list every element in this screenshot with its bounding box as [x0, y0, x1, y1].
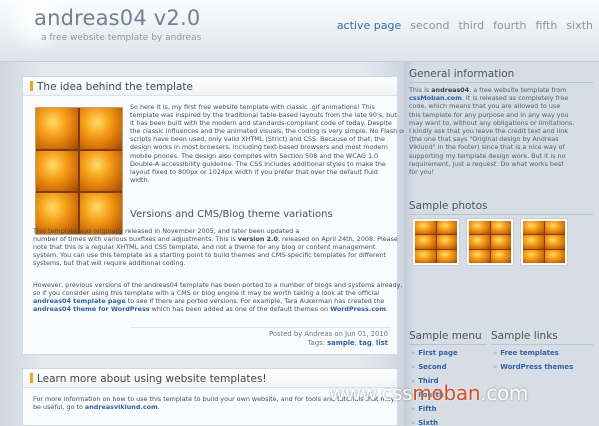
- text-line: for you!: [409, 168, 435, 177]
- text-line: mobile phones. The design also complies …: [130, 151, 379, 160]
- sample-links-title: Sample links: [491, 330, 558, 342]
- sample-links: Free templates WordPress themes: [493, 346, 573, 374]
- link-wordpress-themes[interactable]: WordPress themes: [493, 360, 573, 374]
- wordpress-theme-link[interactable]: andreas04 theme for WordPress: [33, 305, 150, 313]
- text-line: layout fixed to 800px or 1024px width if…: [130, 167, 378, 176]
- site-subtitle: a free website template by andreas: [41, 33, 202, 43]
- text-line: requirement, just a request. Do what wor…: [409, 159, 564, 168]
- posted-by: Posted by Andreas on Jun 01, 2010: [268, 330, 388, 338]
- divider: [409, 214, 593, 215]
- text-line: cssMoban.com. It is released as complete…: [409, 94, 569, 103]
- divider: [409, 344, 487, 345]
- text-line: systems, but that will require additiona…: [33, 259, 186, 268]
- text-line: This template was originally released in…: [33, 227, 300, 235]
- nav-fourth[interactable]: fourth: [493, 19, 526, 32]
- article-idea: The idea behind the template So here it …: [22, 76, 406, 355]
- tag-link[interactable]: sample: [327, 339, 355, 347]
- text-line: However, previous versions of the andrea…: [33, 281, 403, 289]
- text-line: width.: [130, 175, 150, 184]
- text-line: Double-A accessibility guideline. The CS…: [130, 159, 386, 168]
- menu-item-sixth[interactable]: Sixth: [411, 416, 458, 426]
- text-line: design works in most browsers, including…: [130, 143, 388, 152]
- nav-second[interactable]: second: [410, 19, 449, 32]
- andreasviklund-link[interactable]: andreasviklund.com: [85, 403, 158, 411]
- text-line: I kindly ask that you leave the credit t…: [409, 127, 569, 136]
- post-divider: [131, 327, 391, 328]
- text-line: note that this is a regular XHTML and CS…: [33, 243, 376, 252]
- template-page-link[interactable]: andreas04 template page: [33, 297, 126, 305]
- text-line: scripts have been used, only valid XHTML…: [130, 135, 385, 144]
- text-line: andreas04 template page to see if there …: [33, 297, 385, 306]
- sample-photo-thumb[interactable]: [412, 218, 460, 266]
- text-line: the classic influences and the animated …: [130, 127, 406, 136]
- divider: [491, 344, 593, 345]
- link-free-templates[interactable]: Free templates: [493, 346, 573, 360]
- top-nav: active page second third fourth fifth si…: [337, 19, 593, 32]
- text-line: may want to, without any obligations or …: [409, 118, 575, 127]
- text-line: So here it is, my first free website tem…: [130, 103, 375, 111]
- sample-photo-thumb[interactable]: [466, 218, 514, 266]
- nav-third[interactable]: third: [458, 19, 484, 32]
- wordpress-com-link[interactable]: WordPress.com: [330, 305, 386, 313]
- text-line: supporting my template design work. But …: [409, 151, 566, 160]
- text-line: it has been built with the modern and st…: [130, 119, 392, 128]
- menu-item-second[interactable]: Second: [411, 360, 458, 374]
- text-line: Viklund" in the footer) since that is a …: [409, 143, 565, 152]
- article-ports-text: However, previous versions of the andrea…: [33, 281, 402, 313]
- watermark: www.cssmoban.com: [329, 381, 529, 405]
- site-title[interactable]: andreas04 v2.0: [34, 6, 200, 30]
- post-meta: Posted by Andreas on Jun 01, 2010 Tags: …: [269, 330, 388, 348]
- text-line: This is andreas04, a free website templa…: [409, 86, 567, 94]
- nav-active-page[interactable]: active page: [337, 19, 401, 32]
- sample-menu-title: Sample menu: [409, 330, 482, 342]
- article-title: The idea behind the template: [23, 77, 397, 96]
- nav-sixth[interactable]: sixth: [566, 19, 593, 32]
- text-line: andreas04 theme for WordPress which has …: [33, 305, 389, 314]
- text-line: template was inspired by the traditional…: [130, 111, 397, 120]
- text-line: code, which means that you are allowed t…: [409, 102, 561, 111]
- text-line: so if you consider using this template w…: [33, 289, 380, 298]
- sample-photos-title: Sample photos: [409, 200, 488, 212]
- general-info-text: This is andreas04, a free website templa…: [409, 86, 574, 176]
- cssmoban-link[interactable]: cssMoban.com: [409, 94, 462, 102]
- tag-link[interactable]: tag: [359, 339, 372, 347]
- article-photo: [35, 107, 123, 235]
- sample-photo-thumb[interactable]: [520, 218, 568, 266]
- article-versions-text: This template was originally released in…: [33, 227, 398, 267]
- menu-item-first-page[interactable]: First page: [411, 346, 457, 360]
- nav-fifth[interactable]: fifth: [536, 19, 558, 32]
- text-line: (the one that says "Original design by A…: [409, 135, 559, 144]
- article-subheading: Versions and CMS/Blog theme variations: [130, 209, 333, 220]
- text-line: this template for any purpose and in any…: [409, 110, 569, 119]
- text-line: number of times with various buxfixes an…: [33, 235, 398, 244]
- article-intro: So here it is, my first free website tem…: [130, 103, 406, 184]
- general-info-title: General information: [409, 68, 515, 80]
- version-strong: version 2.0: [237, 235, 278, 244]
- tags-line: Tags: sample, tag, list: [307, 339, 388, 347]
- tag-link[interactable]: list: [376, 339, 388, 347]
- text-line: system. You can use this template as a s…: [33, 251, 386, 260]
- header: andreas04 v2.0 a free website template b…: [0, 0, 599, 62]
- divider: [409, 82, 593, 83]
